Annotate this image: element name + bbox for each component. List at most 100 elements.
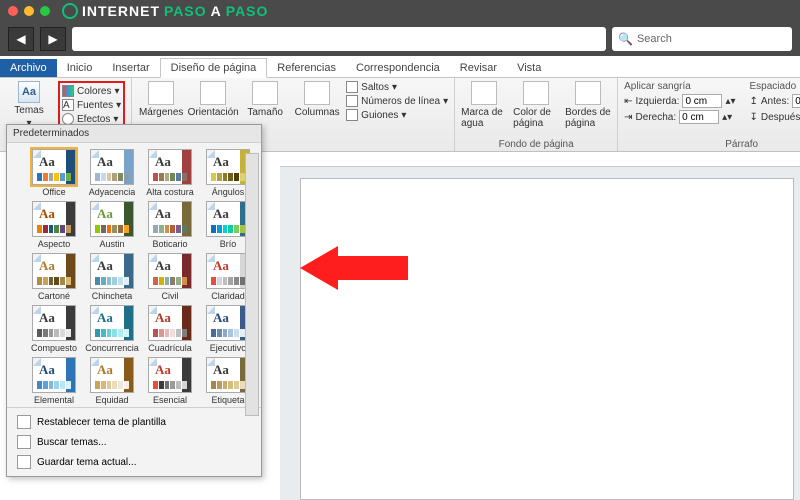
- theme-thumb: Aa: [32, 149, 76, 185]
- back-button[interactable]: ◀: [8, 27, 34, 51]
- theme-item[interactable]: AaEquidad: [85, 357, 139, 405]
- theme-caption: Esencial: [153, 395, 187, 405]
- url-input[interactable]: [72, 27, 606, 51]
- theme-item[interactable]: Aa Austin: [85, 201, 139, 249]
- tab-insertar[interactable]: Insertar: [102, 59, 159, 77]
- indent-left-icon: ⇤: [624, 96, 632, 107]
- theme-item[interactable]: Aa Esencial: [143, 357, 197, 405]
- theme-item[interactable]: Aa Concurrencia: [85, 305, 139, 353]
- window-min-icon[interactable]: [24, 6, 34, 16]
- theme-item[interactable]: AaChincheta: [85, 253, 139, 301]
- page-borders-button[interactable]: Bordes de página: [565, 81, 611, 129]
- theme-caption: Chincheta: [92, 291, 133, 301]
- page-color-button[interactable]: Color de página: [513, 81, 559, 129]
- themes-header: Predeterminados: [7, 125, 261, 143]
- reset-icon: [17, 415, 31, 429]
- tab-referencias[interactable]: Referencias: [267, 59, 346, 77]
- theme-item[interactable]: Aa Cuadrícula: [143, 305, 197, 353]
- theme-caption: Claridad: [211, 291, 245, 301]
- theme-thumb: Aa: [206, 253, 250, 289]
- columns-button[interactable]: Columnas: [294, 81, 340, 118]
- theme-item[interactable]: AaAspecto: [27, 201, 81, 249]
- theme-thumb: Aa: [206, 357, 250, 393]
- themes-footer: Restablecer tema de plantilla Buscar tem…: [7, 407, 261, 476]
- theme-thumb: Aa: [90, 305, 134, 341]
- search-input[interactable]: 🔍 Search: [612, 27, 792, 51]
- ribbon-tabs: Archivo Inicio Insertar Diseño de página…: [0, 56, 800, 78]
- theme-caption: Adyacencia: [89, 187, 136, 197]
- theme-item[interactable]: Aa Office: [27, 149, 81, 197]
- stepper-icon[interactable]: ▴▾: [725, 96, 735, 107]
- brand-text-1: INTERNET: [82, 3, 160, 19]
- theme-thumb: Aa: [206, 201, 250, 237]
- hyphen-icon: [346, 109, 358, 121]
- theme-thumb: Aa: [32, 305, 76, 341]
- theme-item[interactable]: AaCompuesto: [27, 305, 81, 353]
- theme-thumb: Aa: [148, 149, 192, 185]
- group-label-bg: Fondo de página: [461, 138, 611, 151]
- size-button[interactable]: Tamaño: [242, 81, 288, 118]
- columns-icon: [304, 81, 330, 105]
- colors-button[interactable]: Colores ▾: [62, 85, 121, 97]
- theme-item[interactable]: AaBoticario: [143, 201, 197, 249]
- theme-thumb: Aa: [32, 357, 76, 393]
- tab-file[interactable]: Archivo: [0, 59, 57, 77]
- group-label-paragraph: Párrafo: [624, 138, 800, 151]
- fonts-button[interactable]: AFuentes ▾: [62, 99, 121, 111]
- theme-item[interactable]: AaAlta costura: [143, 149, 197, 197]
- tab-inicio[interactable]: Inicio: [57, 59, 103, 77]
- themes-scrollbar[interactable]: [245, 153, 259, 416]
- window-max-icon[interactable]: [40, 6, 50, 16]
- browse-themes-button[interactable]: Buscar temas...: [13, 432, 255, 452]
- themes-label: Temas: [14, 105, 43, 116]
- breaks-button[interactable]: Saltos ▾: [346, 81, 448, 93]
- search-icon: 🔍: [618, 32, 633, 46]
- save-icon: [17, 455, 31, 469]
- theme-caption: Office: [42, 187, 65, 197]
- group-paragraph: Aplicar sangría ⇤Izquierda:▴▾ ⇥Derecha:▴…: [618, 78, 800, 151]
- theme-item[interactable]: AaCartoné: [27, 253, 81, 301]
- save-theme-button[interactable]: Guardar tema actual...: [13, 452, 255, 472]
- document-page[interactable]: [300, 178, 794, 500]
- theme-thumb: Aa: [90, 149, 134, 185]
- spacing-after-icon: ↧: [750, 112, 758, 123]
- theme-thumb: Aa: [90, 201, 134, 237]
- annotation-arrow: [300, 246, 408, 290]
- watermark-button[interactable]: Marca de agua: [461, 81, 507, 129]
- tab-revisar[interactable]: Revisar: [450, 59, 507, 77]
- theme-thumb: Aa: [148, 253, 192, 289]
- tab-vista[interactable]: Vista: [507, 59, 551, 77]
- themes-dropdown: Predeterminados Aa Office Aa Adyacencia AaAl…: [6, 124, 262, 477]
- theme-item[interactable]: Aa Adyacencia: [85, 149, 139, 197]
- theme-thumb: Aa: [148, 305, 192, 341]
- document-area: [280, 152, 800, 500]
- theme-item[interactable]: AaElemental: [27, 357, 81, 405]
- spacing-before-input[interactable]: [792, 94, 800, 108]
- theme-caption: Concurrencia: [85, 343, 139, 353]
- orientation-icon: [200, 81, 226, 105]
- hyphenation-button[interactable]: Guiones ▾: [346, 109, 448, 121]
- margins-button[interactable]: Márgenes: [138, 81, 184, 118]
- tab-correspondencia[interactable]: Correspondencia: [346, 59, 450, 77]
- page-borders-icon: [575, 81, 601, 105]
- theme-thumb: Aa: [148, 357, 192, 393]
- theme-thumb: Aa: [206, 149, 250, 185]
- stepper-icon[interactable]: ▴▾: [722, 112, 732, 123]
- theme-caption: Austin: [99, 239, 124, 249]
- indent-right-input[interactable]: [679, 110, 719, 124]
- reset-theme-button[interactable]: Restablecer tema de plantilla: [13, 412, 255, 432]
- theme-caption: Brío: [220, 239, 237, 249]
- theme-thumb: Aa: [32, 201, 76, 237]
- indent-left-input[interactable]: [682, 94, 722, 108]
- theme-caption: Cuadrícula: [148, 343, 192, 353]
- line-numbers-button[interactable]: Números de línea ▾: [346, 95, 448, 107]
- spacing-block: Espaciado ↥Antes:▴▾ ↧Después:▴▾: [750, 81, 800, 124]
- forward-button[interactable]: ▶: [40, 27, 66, 51]
- theme-item[interactable]: AaCivil: [143, 253, 197, 301]
- themes-button[interactable]: Aa Temas ▾: [6, 81, 52, 129]
- window-close-icon[interactable]: [8, 6, 18, 16]
- brand-logo-icon: [62, 3, 78, 19]
- tab-diseno-pagina[interactable]: Diseño de página: [160, 58, 268, 78]
- browser-toolbar: ◀ ▶ 🔍 Search: [0, 22, 800, 56]
- orientation-button[interactable]: Orientación: [190, 81, 236, 118]
